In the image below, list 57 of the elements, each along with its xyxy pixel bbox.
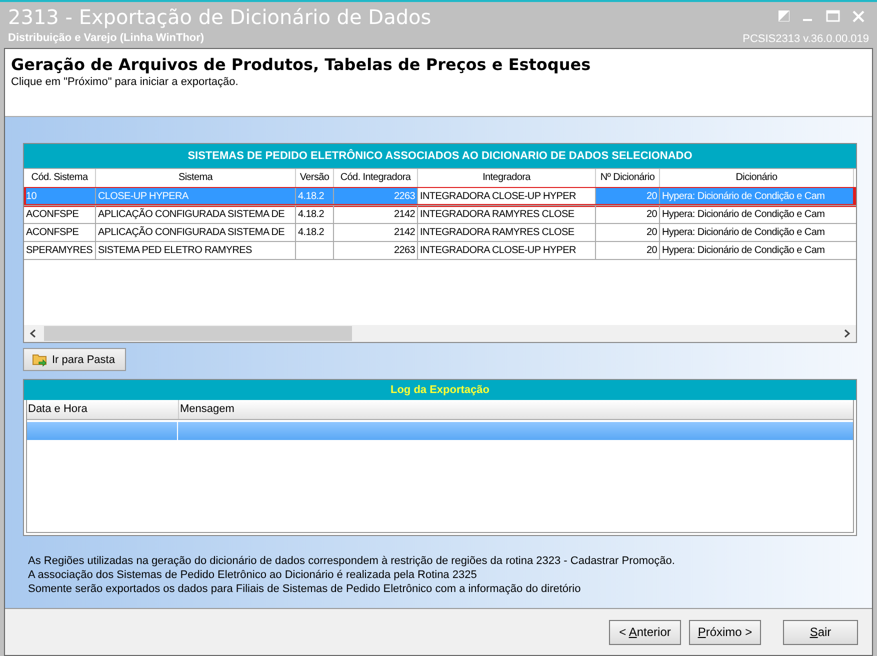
table-cell-text: Hypera: Dicionário de Condição e Cam: [661, 208, 826, 222]
theme-icon[interactable]: [778, 10, 790, 22]
version-label: PCSIS2313 v.36.0.00.019: [742, 32, 869, 46]
table-cell: CLOSE-UP HYPERA: [96, 188, 296, 205]
wizard-button[interactable]: Próximo >: [689, 620, 761, 644]
table-cell: 4.18.2: [296, 206, 334, 223]
table-cell: 4.18.2: [296, 224, 334, 241]
close-icon[interactable]: [852, 10, 865, 22]
table-cell: 2263: [334, 242, 418, 259]
log-row[interactable]: [27, 422, 853, 440]
table-cell-text: Hypera: Dicionário de Condição e Cam: [661, 244, 826, 258]
folder-arrow-icon: [32, 352, 48, 367]
table-cell: 20: [596, 206, 660, 223]
note-text: Somente serão exportados os dados para Filiais de Sistemas de Pedido Eletrônico com a informação do diretório: [28, 582, 582, 596]
table-cell: 20: [596, 242, 660, 259]
table-cell: APLICAÇÃO CONFIGURADA SISTEMA DE: [96, 224, 296, 241]
table-cell: INTEGRADORA RAMYRES CLOSE: [418, 206, 596, 223]
note-text: A associação dos Sistemas de Pedido Eletrônico ao Dicionário é realizada pela Rotina 2325: [28, 568, 478, 582]
table-cell: ACONFSPE: [24, 206, 96, 223]
grid-title: Log da Exportação: [24, 380, 856, 400]
table-cell: APLICAÇÃO CONFIGURADA SISTEMA DE: [96, 206, 296, 223]
table-cell: Hypera: Dicionário de Condição e Cam: [660, 188, 854, 205]
table-cell: 2142: [334, 206, 418, 223]
window-subtitle: Distribuição e Varejo (Linha WinThor): [8, 32, 206, 44]
grid-title: SISTEMAS DE PEDIDO ELETRÔNICO ASSOCIADOS AO DICIONARIO DE DADOS SELECIONADO: [24, 144, 856, 168]
instruction-text: Clique em "Próximo" para iniciar a exportação.: [11, 76, 240, 88]
column-header[interactable]: Sistema: [96, 169, 296, 187]
table-cell: INTEGRADORA CLOSE-UP HYPER: [418, 188, 596, 205]
table-cell: SISTEMA PED ELETRO RAMYRES: [96, 242, 296, 259]
column-header[interactable]: Dicionário: [660, 169, 854, 187]
scroll-right-icon[interactable]: [844, 329, 851, 338]
table-cell: 20: [596, 224, 660, 241]
column-header[interactable]: Cód. Integradora: [334, 169, 418, 187]
column-header[interactable]: Nº Dicionário: [596, 169, 660, 187]
table-cell: 2142: [334, 224, 418, 241]
column-header[interactable]: Cód. Sistema: [24, 169, 96, 187]
wizard-button[interactable]: < Anterior: [609, 620, 681, 644]
open-folder-button[interactable]: Ir para Pasta: [23, 348, 126, 371]
page-title: Geração de Arquivos de Produtos, Tabelas de Preços e Estoques: [11, 54, 592, 76]
column-header[interactable]: Mensagem: [179, 400, 234, 419]
wizard-button[interactable]: Sair: [783, 620, 858, 644]
window-title: 2313 - Exportação de Dicionário de Dados: [8, 4, 432, 31]
table-cell: 20: [596, 188, 660, 205]
table-cell: 4.18.2: [296, 188, 334, 205]
table-cell: 10: [24, 188, 96, 205]
table-cell: ACONFSPE: [24, 224, 96, 241]
column-header[interactable]: Versão: [296, 169, 334, 187]
table-cell: SPERAMYRES: [24, 242, 96, 259]
column-header[interactable]: Integradora: [418, 169, 596, 187]
table-cell: INTEGRADORA CLOSE-UP HYPER: [418, 242, 596, 259]
column-header[interactable]: Data e Hora: [27, 400, 179, 419]
note-text: As Regiões utilizadas na geração do dicionário de dados correspondem à restrição de regiões da rotina 2323 - Cadastrar Promoção.: [28, 554, 676, 568]
scroll-left-icon[interactable]: [29, 329, 36, 338]
maximize-icon[interactable]: [826, 10, 840, 22]
table-cell-text: Hypera: Dicionário de Condição e Cam: [661, 226, 826, 240]
table-cell: INTEGRADORA RAMYRES CLOSE: [418, 224, 596, 241]
horizontal-scrollbar[interactable]: [24, 325, 856, 342]
